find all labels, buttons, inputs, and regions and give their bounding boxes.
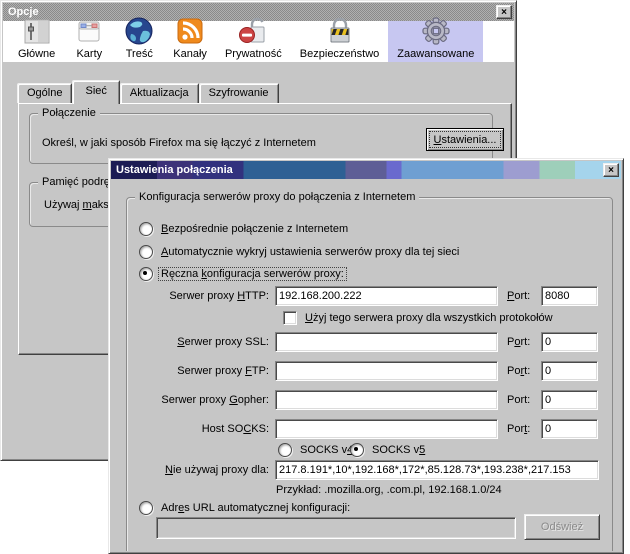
no-proxy-input[interactable] — [275, 460, 599, 480]
ftp-proxy-input[interactable] — [275, 361, 498, 381]
toolbar-item-karty[interactable]: Karty — [64, 21, 114, 62]
gear-icon — [420, 15, 452, 47]
auto-detect-radio[interactable] — [139, 245, 153, 259]
http-port-label: Port: — [507, 286, 530, 306]
toolbar-item-label: Treść — [126, 48, 153, 60]
share-proxy-option[interactable]: Użyj tego serwera proxy dla wszystkich p… — [283, 310, 555, 325]
socks-v5-radio[interactable] — [350, 443, 364, 457]
toolbar-item-prywatnosc[interactable]: Prywatność — [216, 21, 291, 62]
auto-url-option[interactable]: Adres URL automatycznej konfiguracji: — [139, 500, 352, 515]
connection-settings-dialog: Ustawienia połączenia × Konfiguracja ser… — [108, 158, 624, 554]
ssl-port-label: Port: — [507, 332, 530, 352]
http-proxy-label: Serwer proxy HTTP: — [131, 286, 269, 306]
toolbar-item-tresc[interactable]: Treść — [114, 21, 164, 62]
options-tabstrip: Ogólne Sieć Aktualizacja Szyfrowanie — [17, 81, 279, 103]
ssl-port-input[interactable] — [541, 332, 598, 352]
socks-v4-label: SOCKS v4 — [298, 444, 355, 456]
browser-tabs-icon — [73, 15, 105, 47]
toolbar-item-glowne[interactable]: Główne — [9, 21, 64, 62]
share-proxy-checkbox[interactable] — [283, 311, 297, 325]
toolbar-item-label: Prywatność — [225, 48, 282, 60]
toolbar-item-label: Kanały — [173, 48, 207, 60]
auto-url-input[interactable] — [156, 517, 516, 539]
options-toolbar: Główne Karty Treść Kanały Prywatność — [3, 21, 514, 62]
toolbar-item-bezpieczenstwo[interactable]: Bezpieczeństwo — [291, 21, 389, 62]
tab-ogolne[interactable]: Ogólne — [17, 83, 72, 103]
connection-settings-button[interactable]: Ustawienia... — [426, 128, 504, 151]
toolbar-item-kanaly[interactable]: Kanały — [164, 21, 216, 62]
connection-group-label: Połączenie — [38, 107, 100, 119]
ftp-port-input[interactable] — [541, 361, 598, 381]
proxy-config-group-label: Konfiguracja serwerów proxy do połączeni… — [135, 191, 419, 203]
globe-icon — [123, 15, 155, 47]
socks-port-input[interactable] — [541, 419, 598, 439]
rss-feed-icon — [174, 15, 206, 47]
connection-description: Określ, w jaki sposób Firefox ma się łąc… — [42, 137, 316, 149]
direct-connection-option[interactable]: Bezpośrednie połączenie z Internetem — [139, 221, 350, 236]
http-proxy-input[interactable] — [275, 286, 498, 306]
auto-detect-option[interactable]: Automatycznie wykryj ustawienia serwerów… — [139, 244, 461, 259]
socks-v5-option[interactable]: SOCKS v5 — [350, 442, 427, 457]
toolbar-item-label: Bezpieczeństwo — [300, 48, 380, 60]
gopher-port-input[interactable] — [541, 390, 598, 410]
dialog-body: Konfiguracja serwerów proxy do połączeni… — [111, 179, 621, 551]
preferences-panel-icon — [21, 15, 53, 47]
toolbar-item-label: Główne — [18, 48, 55, 60]
toolbar-item-zaawansowane[interactable]: Zaawansowane — [388, 21, 483, 62]
toolbar-item-label: Zaawansowane — [397, 48, 474, 60]
socks-v4-radio[interactable] — [278, 443, 292, 457]
socks-host-label: Host SOCKS: — [131, 419, 269, 439]
manual-config-option[interactable]: Ręczna konfiguracja serwerów proxy: — [139, 266, 346, 281]
security-lock-icon — [324, 15, 356, 47]
direct-connection-radio[interactable] — [139, 222, 153, 236]
direct-connection-label: Bezpośrednie połączenie z Internetem — [159, 223, 350, 235]
refresh-button[interactable]: Odśwież — [524, 514, 600, 540]
gopher-proxy-input[interactable] — [275, 390, 498, 410]
tab-siec[interactable]: Sieć — [72, 80, 119, 104]
auto-url-label: Adres URL automatycznej konfiguracji: — [159, 502, 352, 514]
toolbar-item-label: Karty — [76, 48, 102, 60]
auto-detect-label: Automatycznie wykryj ustawienia serwerów… — [159, 246, 461, 258]
ftp-port-label: Port: — [507, 361, 530, 381]
ftp-proxy-label: Serwer proxy FTP: — [131, 361, 269, 381]
http-port-input[interactable] — [541, 286, 598, 306]
auto-url-radio[interactable] — [139, 501, 153, 515]
ssl-proxy-input[interactable] — [275, 332, 498, 352]
socks-host-input[interactable] — [275, 419, 498, 439]
socks-v5-label: SOCKS v5 — [370, 444, 427, 456]
tab-aktualizacja[interactable]: Aktualizacja — [120, 83, 199, 103]
dialog-titlebar[interactable]: Ustawienia połączenia × — [111, 161, 621, 179]
manual-config-radio[interactable] — [139, 267, 153, 281]
socks-port-label: Port: — [507, 419, 530, 439]
connection-groupbox: Połączenie Określ, w jaki sposób Firefox… — [29, 113, 493, 164]
socks-v4-option[interactable]: SOCKS v4 — [278, 442, 355, 457]
no-proxy-example: Przykład: .mozilla.org, .com.pl, 192.168… — [276, 484, 502, 496]
manual-config-label: Ręczna konfiguracja serwerów proxy: — [159, 268, 346, 280]
gopher-port-label: Port: — [507, 390, 530, 410]
gopher-proxy-label: Serwer proxy Gopher: — [131, 390, 269, 410]
ssl-proxy-label: Serwer proxy SSL: — [131, 332, 269, 352]
tab-szyfrowanie[interactable]: Szyfrowanie — [199, 83, 279, 103]
options-close-button[interactable]: × — [496, 5, 512, 19]
dialog-title: Ustawienia połączenia — [111, 164, 603, 176]
dialog-close-button[interactable]: × — [603, 163, 619, 177]
no-proxy-label: Nie używaj proxy dla: — [131, 460, 269, 480]
privacy-open-lock-icon — [237, 15, 269, 47]
share-proxy-label: Użyj tego serwera proxy dla wszystkich p… — [303, 312, 555, 324]
